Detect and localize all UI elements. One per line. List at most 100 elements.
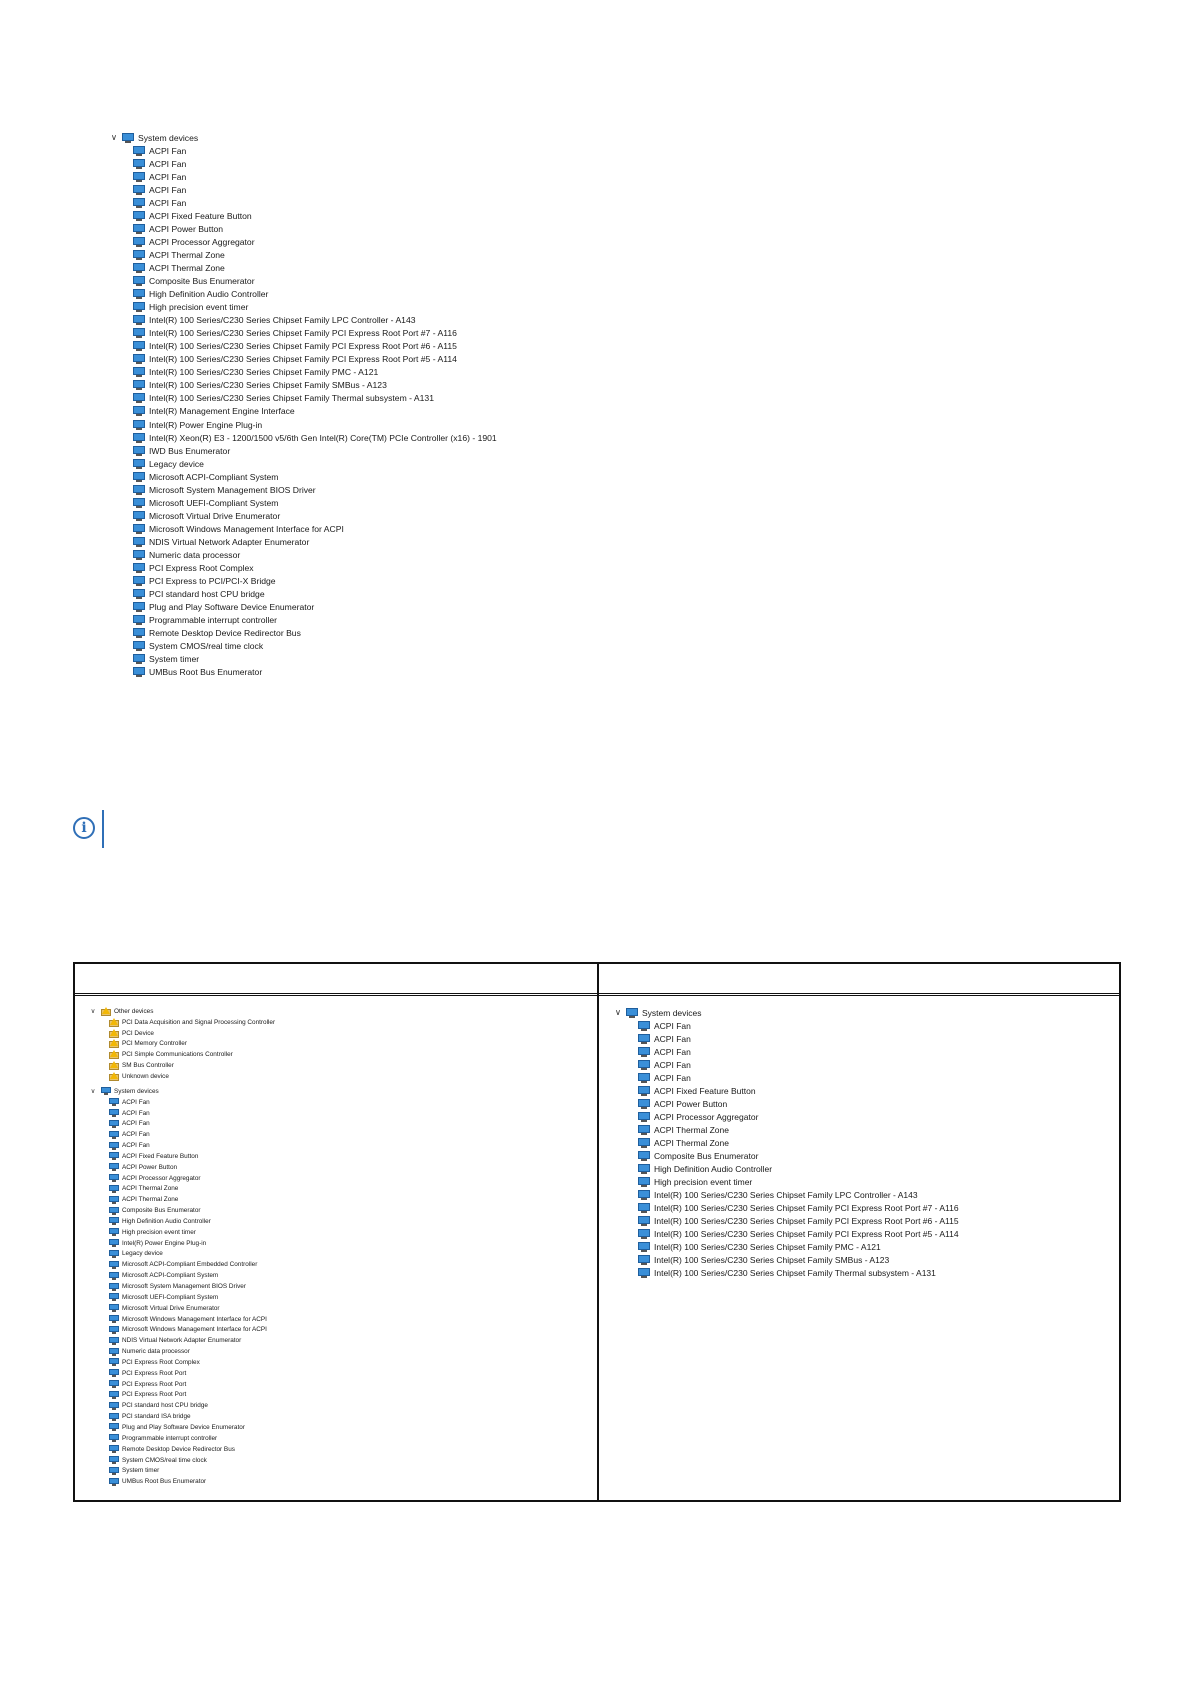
tree-item[interactable]: Plug and Play Software Device Enumerator xyxy=(87,1422,275,1433)
tree-item[interactable]: ACPI Processor Aggregator xyxy=(612,1110,959,1123)
tree-item[interactable]: Unknown device xyxy=(87,1071,275,1082)
tree-item[interactable]: ACPI Fan xyxy=(87,1129,275,1140)
tree-root-system-devices[interactable]: ∨ System devices xyxy=(612,1006,959,1019)
tree-item[interactable]: ACPI Fan xyxy=(87,1118,275,1129)
tree-item[interactable]: PCI Data Acquisition and Signal Processi… xyxy=(87,1017,275,1028)
tree-item[interactable]: Composite Bus Enumerator xyxy=(108,274,497,287)
tree-item[interactable]: High Definition Audio Controller xyxy=(612,1163,959,1176)
tree-item[interactable]: High precision event timer xyxy=(108,301,497,314)
tree-item[interactable]: ACPI Processor Aggregator xyxy=(87,1173,275,1184)
tree-item[interactable]: Intel(R) 100 Series/C230 Series Chipset … xyxy=(612,1254,959,1267)
tree-item[interactable]: IWD Bus Enumerator xyxy=(108,444,497,457)
tree-item[interactable]: ACPI Thermal Zone xyxy=(87,1194,275,1205)
chevron-down-icon[interactable]: ∨ xyxy=(108,132,120,143)
tree-item[interactable]: Microsoft UEFI-Compliant System xyxy=(87,1292,275,1303)
tree-item[interactable]: Microsoft Virtual Drive Enumerator xyxy=(87,1303,275,1314)
tree-item[interactable]: Intel(R) 100 Series/C230 Series Chipset … xyxy=(108,353,497,366)
tree-item[interactable]: ACPI Fan xyxy=(612,1058,959,1071)
tree-item[interactable]: Intel(R) Xeon(R) E3 - 1200/1500 v5/6th G… xyxy=(108,431,497,444)
tree-item[interactable]: Plug and Play Software Device Enumerator xyxy=(108,601,497,614)
tree-item[interactable]: ACPI Fan xyxy=(108,157,497,170)
tree-item[interactable]: ACPI Thermal Zone xyxy=(87,1184,275,1195)
tree-item[interactable]: ACPI Fan xyxy=(87,1108,275,1119)
tree-item[interactable]: Intel(R) 100 Series/C230 Series Chipset … xyxy=(108,366,497,379)
tree-item[interactable]: Remote Desktop Device Redirector Bus xyxy=(87,1444,275,1455)
tree-item[interactable]: ACPI Fan xyxy=(87,1097,275,1108)
tree-item[interactable]: PCI Express Root Complex xyxy=(87,1357,275,1368)
tree-item[interactable]: Intel(R) 100 Series/C230 Series Chipset … xyxy=(612,1202,959,1215)
tree-item[interactable]: Legacy device xyxy=(87,1249,275,1260)
tree-item[interactable]: ACPI Fixed Feature Button xyxy=(612,1084,959,1097)
tree-item[interactable]: Microsoft Windows Management Interface f… xyxy=(87,1324,275,1335)
tree-item[interactable]: High precision event timer xyxy=(612,1176,959,1189)
tree-item[interactable]: Microsoft Virtual Drive Enumerator xyxy=(108,509,497,522)
tree-item[interactable]: Legacy device xyxy=(108,457,497,470)
tree-item[interactable]: ACPI Fan xyxy=(108,144,497,157)
tree-item[interactable]: PCI Express Root Port xyxy=(87,1379,275,1390)
tree-item[interactable]: ACPI Fan xyxy=(612,1019,959,1032)
tree-item[interactable]: PCI Memory Controller xyxy=(87,1039,275,1050)
tree-item[interactable]: PCI standard host CPU bridge xyxy=(87,1400,275,1411)
tree-item[interactable]: System CMOS/real time clock xyxy=(108,640,497,653)
tree-item[interactable]: Intel(R) 100 Series/C230 Series Chipset … xyxy=(612,1228,959,1241)
tree-item[interactable]: SM Bus Controller xyxy=(87,1060,275,1071)
tree-item[interactable]: ACPI Fan xyxy=(108,170,497,183)
tree-item[interactable]: ACPI Fan xyxy=(612,1045,959,1058)
tree-item[interactable]: ACPI Thermal Zone xyxy=(108,248,497,261)
tree-item[interactable]: ACPI Processor Aggregator xyxy=(108,235,497,248)
tree-item[interactable]: High precision event timer xyxy=(87,1227,275,1238)
tree-item[interactable]: ACPI Thermal Zone xyxy=(612,1123,959,1136)
tree-item[interactable]: ACPI Fan xyxy=(87,1140,275,1151)
tree-item[interactable]: High Definition Audio Controller xyxy=(108,288,497,301)
tree-item[interactable]: PCI Express Root Port xyxy=(87,1390,275,1401)
tree-item[interactable]: Microsoft Windows Management Interface f… xyxy=(108,522,497,535)
tree-item[interactable]: Intel(R) 100 Series/C230 Series Chipset … xyxy=(612,1215,959,1228)
tree-item[interactable]: NDIS Virtual Network Adapter Enumerator xyxy=(108,535,497,548)
tree-item[interactable]: PCI Device xyxy=(87,1028,275,1039)
tree-item[interactable]: Intel(R) Management Engine Interface xyxy=(108,405,497,418)
tree-root-system-devices[interactable]: ∨ System devices xyxy=(87,1086,275,1097)
tree-item[interactable]: Microsoft UEFI-Compliant System xyxy=(108,496,497,509)
tree-item[interactable]: Composite Bus Enumerator xyxy=(612,1149,959,1162)
tree-item[interactable]: Intel(R) 100 Series/C230 Series Chipset … xyxy=(108,340,497,353)
tree-item[interactable]: ACPI Fan xyxy=(108,183,497,196)
tree-item[interactable]: ACPI Fan xyxy=(612,1071,959,1084)
tree-item[interactable]: Microsoft Windows Management Interface f… xyxy=(87,1314,275,1325)
tree-item[interactable]: PCI standard host CPU bridge xyxy=(108,588,497,601)
tree-item[interactable]: Microsoft System Management BIOS Driver xyxy=(108,483,497,496)
tree-item[interactable]: Intel(R) 100 Series/C230 Series Chipset … xyxy=(108,327,497,340)
tree-item[interactable]: Microsoft System Management BIOS Driver xyxy=(87,1281,275,1292)
tree-item[interactable]: System CMOS/real time clock xyxy=(87,1455,275,1466)
tree-item[interactable]: ACPI Thermal Zone xyxy=(108,261,497,274)
tree-item[interactable]: Intel(R) 100 Series/C230 Series Chipset … xyxy=(612,1241,959,1254)
tree-item[interactable]: ACPI Fan xyxy=(612,1032,959,1045)
tree-item[interactable]: PCI Simple Communications Controller xyxy=(87,1049,275,1060)
tree-item[interactable]: ACPI Fan xyxy=(108,196,497,209)
tree-item[interactable]: UMBus Root Bus Enumerator xyxy=(87,1476,275,1487)
tree-item[interactable]: Numeric data processor xyxy=(87,1346,275,1357)
tree-item[interactable]: Intel(R) Power Engine Plug-in xyxy=(108,418,497,431)
tree-item[interactable]: Composite Bus Enumerator xyxy=(87,1205,275,1216)
chevron-down-icon[interactable]: ∨ xyxy=(612,1007,624,1018)
tree-item[interactable]: NDIS Virtual Network Adapter Enumerator xyxy=(87,1335,275,1346)
tree-item[interactable]: PCI Express Root Port xyxy=(87,1368,275,1379)
tree-item[interactable]: PCI Express Root Complex xyxy=(108,562,497,575)
tree-item[interactable]: ACPI Power Button xyxy=(87,1162,275,1173)
tree-item[interactable]: PCI Express to PCI/PCI-X Bridge xyxy=(108,575,497,588)
tree-item[interactable]: System timer xyxy=(87,1465,275,1476)
tree-item[interactable]: Intel(R) 100 Series/C230 Series Chipset … xyxy=(612,1189,959,1202)
tree-item[interactable]: Microsoft ACPI-Compliant System xyxy=(87,1270,275,1281)
tree-item[interactable]: Intel(R) 100 Series/C230 Series Chipset … xyxy=(108,379,497,392)
tree-item[interactable]: ACPI Thermal Zone xyxy=(612,1136,959,1149)
tree-item[interactable]: ACPI Power Button xyxy=(108,222,497,235)
tree-item[interactable]: Intel(R) 100 Series/C230 Series Chipset … xyxy=(108,392,497,405)
tree-item[interactable]: ACPI Power Button xyxy=(612,1097,959,1110)
tree-item[interactable]: High Definition Audio Controller xyxy=(87,1216,275,1227)
tree-item[interactable]: Microsoft ACPI-Compliant Embedded Contro… xyxy=(87,1259,275,1270)
tree-item[interactable]: Intel(R) 100 Series/C230 Series Chipset … xyxy=(108,314,497,327)
tree-item[interactable]: System timer xyxy=(108,653,497,666)
tree-item[interactable]: ACPI Fixed Feature Button xyxy=(87,1151,275,1162)
tree-item[interactable]: UMBus Root Bus Enumerator xyxy=(108,666,497,679)
chevron-down-icon[interactable]: ∨ xyxy=(87,1007,99,1015)
tree-item[interactable]: Programmable interrupt controller xyxy=(87,1433,275,1444)
